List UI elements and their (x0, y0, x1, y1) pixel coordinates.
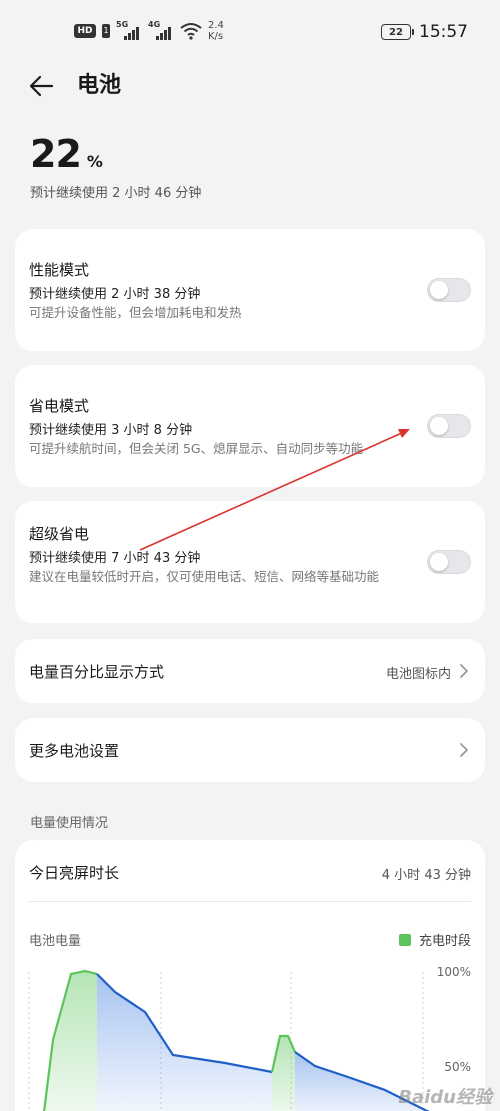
header: 电池 (0, 62, 500, 110)
chart-tick-50: 50% (444, 1060, 471, 1074)
screen-on-time-label: 今日亮屏时长 (29, 864, 120, 882)
charging-legend-swatch (398, 933, 411, 946)
power-saving-mode-estimate: 预计继续使用 3 小时 8 分钟 (29, 423, 193, 438)
battery-percent: 22 (30, 132, 82, 176)
network-speed-unit: K/s (208, 31, 224, 42)
discharge-area (97, 974, 272, 1111)
signal-5g-icon: 5G (116, 20, 142, 40)
more-battery-settings-row[interactable]: 更多电池设置 (15, 718, 485, 782)
ultra-power-saving-toggle[interactable] (427, 550, 471, 574)
chevron-right-icon (460, 743, 468, 757)
charging-area (44, 971, 97, 1111)
battery-estimate: 预计继续使用 2 小时 46 分钟 (30, 186, 202, 201)
ultra-power-saving-desc: 建议在电量较低时开启，仅可使用电话、短信、网络等基础功能 (29, 569, 380, 584)
performance-mode-card[interactable]: 性能模式 预计继续使用 2 小时 38 分钟 可提升设备性能，但会增加耗电和发热 (15, 229, 485, 351)
ultra-power-saving-estimate: 预计继续使用 7 小时 43 分钟 (29, 551, 201, 566)
arrow-left-icon[interactable] (26, 70, 58, 102)
battery-percent-unit: % (86, 152, 103, 171)
battery-icon: 22 (381, 24, 414, 40)
chevron-right-icon (460, 664, 468, 678)
charging-legend-label: 充电时段 (418, 934, 471, 949)
percent-display-label: 电量百分比显示方式 (29, 663, 165, 681)
sim-badge: 1 (102, 24, 110, 38)
status-bar: HD 1 5G 4G 2.4 K/s 22 15:57 (0, 0, 500, 62)
performance-mode-estimate: 预计继续使用 2 小时 38 分钟 (29, 287, 201, 302)
percent-display-value: 电池图标内 (385, 667, 451, 682)
network-speed-value: 2.4 (208, 20, 224, 31)
usage-section-label: 电量使用情况 (30, 816, 109, 831)
battery-level: 22 % (30, 132, 103, 176)
page-title: 电池 (77, 73, 122, 98)
chart-tick-100: 100% (436, 965, 471, 979)
power-saving-mode-desc: 可提升续航时间，但会关闭 5G、熄屏显示、自动同步等功能 (29, 441, 364, 456)
power-saving-mode-card[interactable]: 省电模式 预计继续使用 3 小时 8 分钟 可提升续航时间，但会关闭 5G、熄屏… (15, 365, 485, 487)
status-right: 22 15:57 (381, 22, 468, 42)
clock: 15:57 (419, 22, 468, 42)
usage-card: 今日亮屏时长 4 小时 43 分钟 电池电量 充电时段 100% 50% (15, 840, 485, 1111)
status-left: HD 1 5G 4G 2.4 K/s (74, 20, 224, 42)
performance-mode-toggle[interactable] (427, 278, 471, 302)
network-speed: 2.4 K/s (208, 20, 224, 42)
signal-4g-icon: 4G (148, 20, 174, 40)
screen-on-time-value: 4 小时 43 分钟 (381, 868, 471, 883)
charging-area (272, 1036, 295, 1111)
divider (29, 901, 471, 902)
power-saving-mode-title: 省电模式 (29, 397, 90, 415)
watermark: Baidu经验 (398, 1087, 492, 1108)
ultra-power-saving-title: 超级省电 (29, 525, 90, 543)
battery-icon-level: 22 (389, 26, 403, 38)
ultra-power-saving-card[interactable]: 超级省电 预计继续使用 7 小时 43 分钟 建议在电量较低时开启，仅可使用电话… (15, 501, 485, 623)
wifi-icon (180, 23, 202, 40)
performance-mode-desc: 可提升设备性能，但会增加耗电和发热 (29, 305, 242, 320)
hd-badge: HD (74, 24, 96, 38)
battery-chart-label: 电池电量 (29, 934, 82, 949)
charging-legend: 充电时段 (398, 930, 471, 949)
percent-display-row[interactable]: 电量百分比显示方式 电池图标内 (15, 639, 485, 703)
performance-mode-title: 性能模式 (29, 261, 90, 279)
more-battery-settings-label: 更多电池设置 (29, 742, 120, 760)
power-saving-mode-toggle[interactable] (427, 414, 471, 438)
